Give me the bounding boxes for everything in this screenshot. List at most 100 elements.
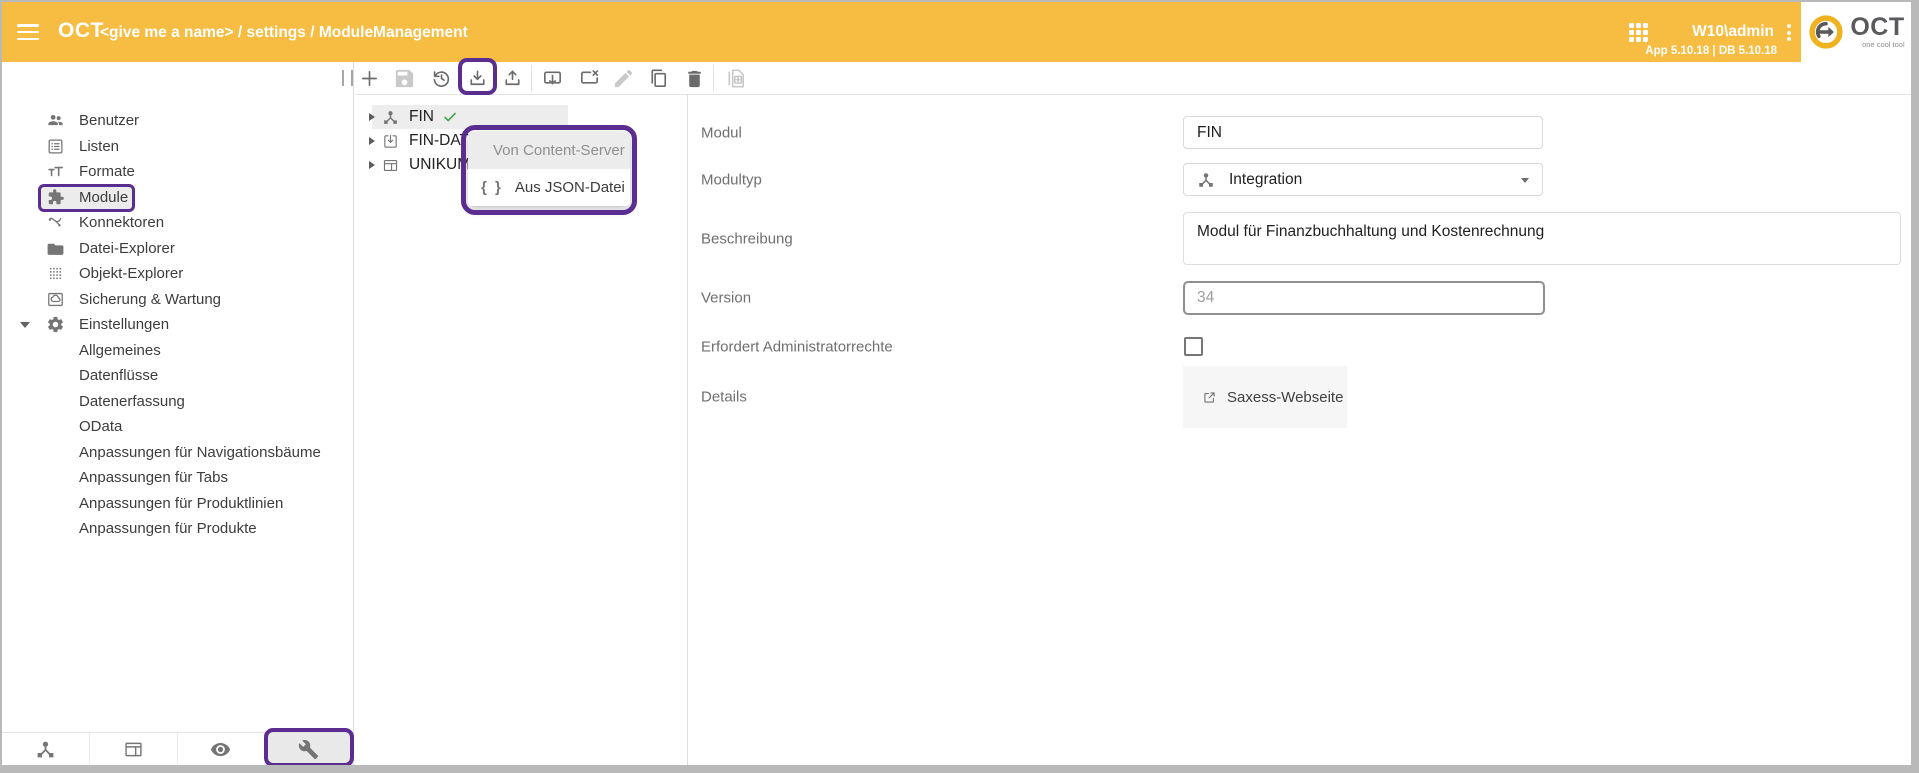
expand-arrow-icon[interactable]: [365, 137, 378, 145]
app-grid-icon[interactable]: [1629, 23, 1649, 43]
dot-grid-icon: [44, 264, 66, 283]
download-button[interactable]: [460, 62, 494, 94]
version-label: Version: [701, 290, 751, 307]
expand-arrow-icon[interactable]: [365, 161, 378, 169]
form-row-beschreibung: Beschreibung Modul für Finanzbuchhaltung…: [701, 212, 1899, 265]
menu-item-von-content-server[interactable]: Von Content-Server: [468, 132, 630, 169]
wrench-icon: [298, 739, 319, 760]
chevron-down-icon: [1521, 178, 1529, 183]
add-button[interactable]: [352, 62, 386, 94]
form-row-modul: Modul FIN: [701, 116, 1899, 149]
tree-item-label: UNIKUM-: [409, 156, 475, 174]
edit-button[interactable]: [606, 62, 640, 94]
restore-button[interactable]: [424, 62, 458, 94]
sidebar-item-datei-explorer[interactable]: Datei-Explorer: [2, 236, 353, 262]
beschreibung-textarea[interactable]: Modul für Finanzbuchhaltung und Kostenre…: [1183, 212, 1901, 265]
copy-icon: [647, 67, 670, 90]
import-box-icon: [382, 133, 399, 150]
backup-icon: [44, 290, 66, 309]
expand-caret-icon[interactable]: [20, 322, 30, 328]
integration-icon: [1197, 171, 1215, 189]
footer-tables-button[interactable]: [90, 733, 178, 765]
sidebar-item-anpassungen-tabs[interactable]: Anpassungen für Tabs: [2, 465, 353, 491]
app-window: OCT <give me a name> / settings / Module…: [2, 2, 1911, 765]
check-icon: [442, 109, 458, 125]
footer-tools-button[interactable]: [265, 733, 353, 765]
sidebar-item-sicherung-wartung[interactable]: Sicherung & Wartung: [2, 287, 353, 313]
pencil-icon: [612, 67, 635, 90]
modul-label: Modul: [701, 124, 742, 141]
sidebar-item-konnektoren[interactable]: Konnektoren: [2, 210, 353, 236]
sidebar-item-anpassungen-produktlinien[interactable]: Anpassungen für Produktlinien: [2, 491, 353, 517]
modultyp-select[interactable]: Integration: [1183, 163, 1543, 196]
tree-item-fin[interactable]: FIN: [355, 105, 687, 129]
app-title: OCT: [58, 19, 104, 43]
footer-integration-button[interactable]: [2, 733, 90, 765]
apply-document-button[interactable]: [719, 62, 753, 94]
sidebar-item-listen[interactable]: Listen: [2, 134, 353, 160]
sidebar-item-anpassungen-navigationsbaeume[interactable]: Anpassungen für Navigationsbäume: [2, 440, 353, 466]
admin-rights-label: Erfordert Administratorrechte: [701, 338, 893, 355]
table-icon: [382, 157, 399, 174]
folder-icon: [44, 239, 66, 258]
save-button[interactable]: [387, 62, 421, 94]
footer-preview-button[interactable]: [178, 733, 266, 765]
sidebar-item-allgemeines[interactable]: Allgemeines: [2, 338, 353, 364]
sidebar-item-datenfluesse[interactable]: Datenflüsse: [2, 363, 353, 389]
details-label: Details: [701, 389, 747, 406]
form-row-modultyp: Modultyp Integration: [701, 163, 1899, 196]
toolbar-divider: [713, 65, 714, 91]
remove-from-device-button[interactable]: [572, 62, 606, 94]
upload-icon: [501, 67, 524, 90]
eye-icon: [210, 739, 231, 760]
download-dropdown-menu: Von Content-Server { } Aus JSON-Datei: [468, 132, 630, 206]
hamburger-menu-icon[interactable]: [17, 24, 39, 41]
modul-input[interactable]: FIN: [1183, 116, 1543, 149]
sidebar-item-formate[interactable]: Formate: [2, 159, 353, 185]
delete-button[interactable]: [677, 62, 711, 94]
tree-item-label: FIN: [409, 108, 434, 126]
upload-button[interactable]: [495, 62, 529, 94]
import-to-device-button[interactable]: [535, 62, 569, 94]
panel-container: FIN FIN-DATEV UNI: [355, 95, 1911, 765]
version-input[interactable]: 34: [1183, 281, 1545, 315]
save-icon: [393, 67, 416, 90]
sidebar-item-einstellungen[interactable]: Einstellungen: [2, 312, 353, 338]
screen-download-icon: [541, 67, 564, 90]
sidebar-item-benutzer[interactable]: Benutzer: [2, 108, 353, 134]
logo-text: OCT: [1850, 15, 1904, 40]
beschreibung-label: Beschreibung: [701, 230, 793, 247]
admin-rights-checkbox[interactable]: [1184, 337, 1203, 356]
expand-arrow-icon[interactable]: [365, 113, 378, 121]
logo-tagline: one cool tool: [1862, 41, 1905, 49]
document-plus-icon: [725, 67, 748, 90]
app-header: OCT <give me a name> / settings / Module…: [2, 2, 1911, 62]
integration-icon: [382, 109, 399, 126]
details-block: Saxess-Webseite: [1183, 366, 1347, 428]
saxess-website-link[interactable]: Saxess-Webseite: [1183, 389, 1343, 406]
sidebar-item-objekt-explorer[interactable]: Objekt-Explorer: [2, 261, 353, 287]
company-logo: OCT one cool tool: [1801, 2, 1911, 62]
toolbar-divider: [531, 65, 532, 91]
copy-button[interactable]: [641, 62, 675, 94]
user-menu[interactable]: W10\admin: [1692, 23, 1774, 41]
plus-icon: [358, 67, 381, 90]
sidebar-item-module[interactable]: Module: [2, 185, 353, 211]
form-row-admin-rights: Erfordert Administratorrechte: [701, 337, 1899, 356]
sidebar-item-odata[interactable]: OData: [2, 414, 353, 440]
users-icon: [44, 111, 66, 130]
menu-item-aus-json-datei[interactable]: { } Aus JSON-Datei: [468, 169, 630, 206]
screen-x-icon: [578, 67, 601, 90]
integration-icon: [35, 739, 56, 760]
kebab-menu-icon[interactable]: [1787, 24, 1792, 44]
table-layout-icon: [123, 739, 144, 760]
sidebar-item-datenerfassung[interactable]: Datenerfassung: [2, 389, 353, 415]
module-form-panel: Modul FIN Modultyp Integration Beschreib…: [689, 95, 1911, 765]
form-row-version: Version 34: [701, 281, 1899, 315]
main-toolbar: [355, 62, 1911, 95]
sidebar-nav: Benutzer Listen Formate Module: [2, 62, 353, 542]
form-row-details: Details Saxess-Webseite: [701, 366, 1899, 428]
sidebar-item-anpassungen-produkte[interactable]: Anpassungen für Produkte: [2, 516, 353, 542]
sidebar-footer-toolbar: [2, 732, 353, 765]
puzzle-icon: [44, 188, 66, 207]
